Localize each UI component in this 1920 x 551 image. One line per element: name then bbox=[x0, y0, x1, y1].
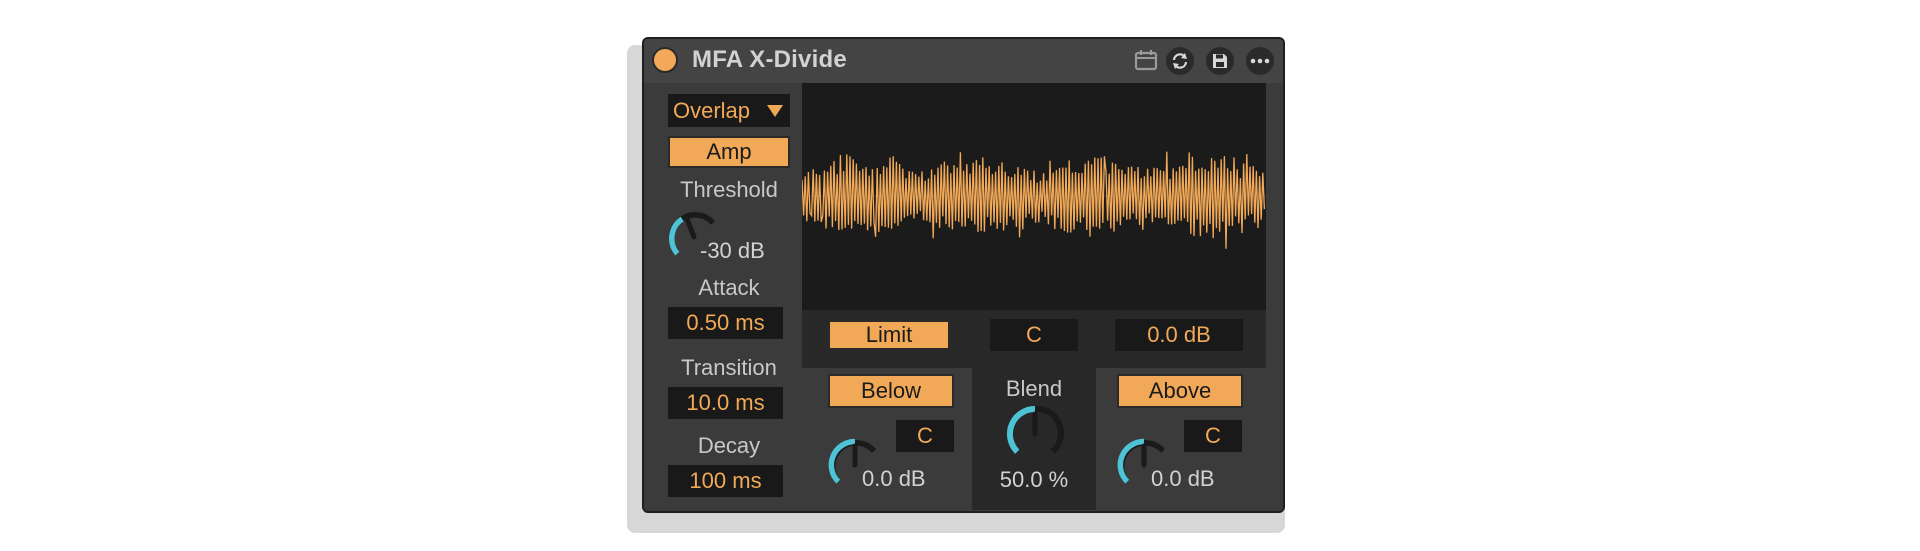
more-icon[interactable] bbox=[1246, 47, 1274, 75]
blend-panel: Blend 50.0 % bbox=[972, 368, 1096, 510]
display-gain-value: 0.0 dB bbox=[1147, 322, 1211, 347]
attack-field[interactable]: 0.50 ms bbox=[668, 307, 783, 339]
calendar-icon[interactable] bbox=[1134, 49, 1158, 76]
limit-button[interactable]: Limit bbox=[828, 320, 950, 350]
blend-knob[interactable] bbox=[1005, 404, 1065, 464]
above-button-label: Above bbox=[1148, 378, 1212, 403]
below-gain-value: 0.0 dB bbox=[862, 466, 926, 491]
amp-button[interactable]: Amp bbox=[668, 136, 790, 168]
decay-label: Decay bbox=[697, 433, 761, 458]
blend-label: Blend bbox=[1005, 376, 1063, 401]
amp-button-label: Amp bbox=[706, 139, 752, 164]
below-channel-field[interactable]: C bbox=[896, 420, 954, 452]
above-channel-value: C bbox=[1205, 423, 1221, 448]
attack-label: Attack bbox=[698, 275, 760, 300]
above-gain-value: 0.0 dB bbox=[1151, 466, 1215, 491]
mode-dropdown[interactable]: Overlap bbox=[668, 94, 790, 127]
below-button[interactable]: Below bbox=[828, 374, 954, 408]
limit-button-label: Limit bbox=[865, 322, 913, 347]
transition-label: Transition bbox=[681, 355, 777, 380]
title-bar: MFA X-Divide bbox=[644, 39, 1283, 83]
above-button[interactable]: Above bbox=[1117, 374, 1243, 408]
blend-value: 50.0 % bbox=[999, 467, 1069, 492]
refresh-icon[interactable] bbox=[1166, 47, 1194, 75]
waveform-trace bbox=[801, 151, 1266, 249]
below-channel-value: C bbox=[917, 423, 933, 448]
decay-value: 100 ms bbox=[689, 468, 762, 493]
device-panel: MFA X-Divide Overlap Amp Threshold -30 d… bbox=[642, 37, 1285, 513]
power-toggle[interactable] bbox=[652, 47, 678, 73]
decay-field[interactable]: 100 ms bbox=[668, 465, 783, 497]
above-channel-field[interactable]: C bbox=[1184, 420, 1242, 452]
transition-value: 10.0 ms bbox=[686, 390, 765, 415]
mode-dropdown-value: Overlap bbox=[673, 98, 751, 123]
waveform-graph bbox=[801, 151, 1266, 249]
waveform-path bbox=[801, 151, 1266, 249]
attack-value: 0.50 ms bbox=[686, 310, 765, 335]
transition-field[interactable]: 10.0 ms bbox=[668, 387, 783, 419]
threshold-value: -30 dB bbox=[700, 238, 765, 263]
display-channel-value: C bbox=[1026, 322, 1042, 347]
threshold-label: Threshold bbox=[680, 177, 778, 202]
save-icon[interactable] bbox=[1206, 47, 1234, 75]
display-panel: Limit C 0.0 dB bbox=[801, 83, 1266, 368]
device-title: MFA X-Divide bbox=[692, 46, 847, 73]
waveform-display bbox=[801, 83, 1266, 310]
display-channel-field[interactable]: C bbox=[990, 319, 1078, 351]
chevron-down-icon bbox=[767, 105, 783, 117]
display-gain-field[interactable]: 0.0 dB bbox=[1115, 319, 1243, 351]
below-button-label: Below bbox=[861, 378, 921, 403]
